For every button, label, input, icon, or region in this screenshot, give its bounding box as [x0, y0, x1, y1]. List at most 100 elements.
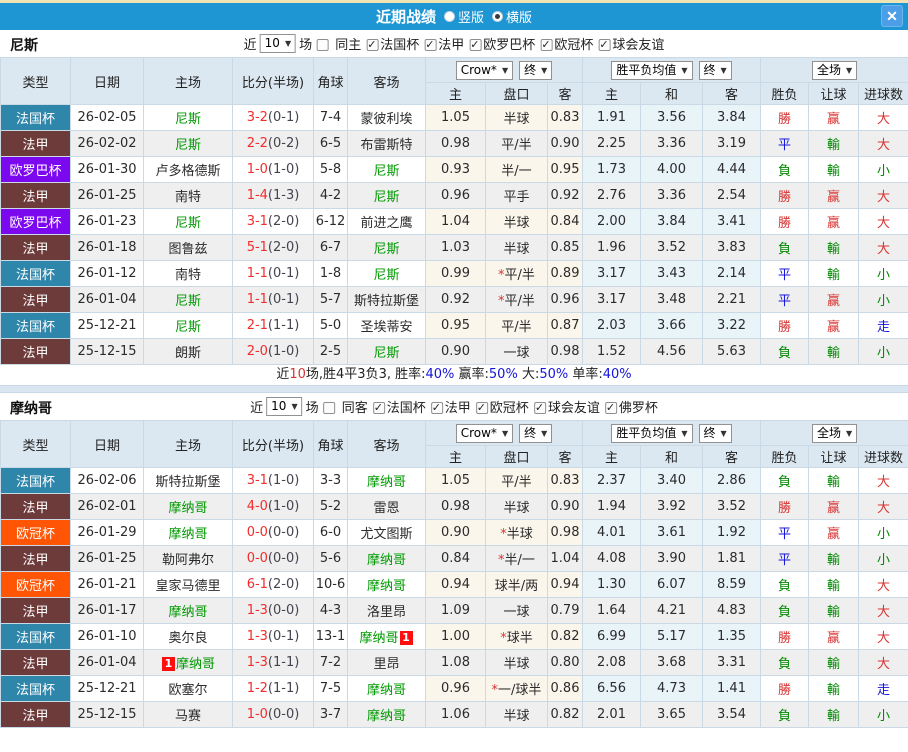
avg-home: 2.00 — [582, 208, 641, 235]
home-team: 卢多格德斯 — [143, 156, 233, 183]
away-team: 尼斯 — [347, 234, 426, 261]
same-venue-checkbox[interactable]: 同客 — [319, 397, 368, 416]
league-badge: 法甲 — [0, 286, 71, 313]
handicap-result-cell: 輸 — [808, 156, 860, 183]
corners: 6-7 — [313, 234, 348, 261]
handicap: 半球 — [485, 234, 548, 261]
checkbox-checked-icon — [533, 401, 546, 414]
team-name-text: 摩纳哥 — [366, 553, 406, 568]
odds-final-select[interactable]: 终 — [519, 60, 553, 80]
league-filter-法甲[interactable]: 法甲 — [419, 38, 464, 53]
away-team: 尼斯 — [347, 338, 426, 365]
home-team: 摩纳哥 — [143, 493, 233, 520]
league-badge: 法国杯 — [0, 312, 71, 339]
sub-header-avg-away: 客 — [701, 82, 762, 105]
league-filter-欧冠杯[interactable]: 欧冠杯 — [535, 38, 593, 53]
match-row: 法甲 26-02-01 摩纳哥 4-0(1-0) 5-2 雷恩 0.98 半球 0.90 1.94… — [0, 493, 908, 520]
league-badge: 法甲 — [0, 649, 71, 676]
odds-group-header: Crow*终 — [425, 57, 583, 83]
avg-away: 8.59 — [701, 571, 762, 598]
handicap: *球半 — [485, 623, 548, 650]
away-odds: 0.96 — [547, 286, 583, 313]
match-date: 26-01-04 — [70, 286, 144, 313]
score-cell: 1-1(0-1) — [232, 260, 314, 287]
team-name-text: 摩纳哥 — [366, 579, 406, 594]
team-name-text: 尼斯 — [174, 320, 201, 335]
bookmaker-select[interactable]: Crow* — [455, 423, 514, 443]
team-name-text: 朗斯 — [174, 346, 201, 361]
avg-away: 1.81 — [701, 545, 762, 572]
match-row: 法国杯 26-01-10 奥尔良 1-3(0-1) 13-1 摩纳哥 1 1.00 *球半 0.8… — [0, 623, 908, 650]
avg-home: 4.08 — [582, 545, 641, 572]
bookmaker-select[interactable]: Crow* — [455, 60, 514, 80]
horizontal-layout-radio[interactable]: 横版 — [484, 7, 532, 26]
league-filter-label: 佛罗杯 — [618, 400, 658, 416]
close-button[interactable]: ✕ — [881, 5, 903, 27]
avg-away: 3.52 — [701, 493, 762, 520]
result-cell: 負 — [760, 649, 810, 676]
handicap-result-cell: 輸 — [808, 467, 860, 494]
away-team: 洛里昂 — [347, 597, 426, 624]
vertical-layout-label: 竖版 — [457, 11, 484, 26]
handicap-result-cell: 赢 — [808, 493, 860, 520]
vertical-layout-radio[interactable]: 竖版 — [436, 7, 484, 26]
league-badge: 欧冠杯 — [0, 571, 71, 598]
away-team: 摩纳哥 — [347, 701, 426, 728]
col-header-home: 主场 — [143, 420, 233, 468]
avg-home: 2.37 — [582, 467, 641, 494]
league-filter-欧冠杯[interactable]: 欧冠杯 — [471, 401, 529, 416]
away-team: 蒙彼利埃 — [347, 104, 426, 131]
handicap: 平/半 — [485, 467, 548, 494]
away-team: 斯特拉斯堡 — [347, 286, 426, 313]
checkbox-checked-icon — [372, 401, 385, 414]
team-name-text: 尼斯 — [174, 294, 201, 309]
odds-final-select[interactable]: 终 — [519, 423, 553, 443]
unit-label: 场 — [299, 37, 313, 53]
league-filter-欧罗巴杯[interactable]: 欧罗巴杯 — [464, 38, 535, 53]
full-score: 1-3 — [246, 603, 268, 618]
league-filter-法国杯[interactable]: 法国杯 — [361, 38, 419, 53]
summary-segment: 40% — [425, 367, 455, 382]
league-filter-球会友谊[interactable]: 球会友谊 — [529, 401, 600, 416]
avg-home: 2.08 — [582, 649, 641, 676]
result-cell: 負 — [760, 571, 810, 598]
avg-away: 2.54 — [701, 182, 762, 209]
avg-away: 5.63 — [701, 338, 762, 365]
scope-select[interactable]: 全场 — [811, 423, 858, 443]
star-mark: * — [498, 268, 505, 283]
avg-select[interactable]: 胜平负均值 — [611, 423, 693, 443]
avg-final-select[interactable]: 终 — [698, 423, 732, 443]
avg-final-select[interactable]: 终 — [698, 60, 732, 80]
handicap: 一球 — [485, 597, 548, 624]
league-filter-球会友谊[interactable]: 球会友谊 — [593, 38, 664, 53]
score-cell: 4-0(1-0) — [232, 493, 314, 520]
same-venue-label: 同客 — [341, 400, 368, 416]
scope-select[interactable]: 全场 — [811, 60, 858, 80]
match-date: 26-01-29 — [70, 519, 144, 546]
avg-draw: 4.00 — [640, 156, 703, 183]
avg-away: 4.44 — [701, 156, 762, 183]
team-name-text: 尼斯 — [373, 242, 400, 257]
match-count-select[interactable]: 10 — [266, 396, 303, 416]
handicap: 半球 — [485, 493, 548, 520]
league-filter-佛罗杯[interactable]: 佛罗杯 — [600, 401, 658, 416]
scope-group-header: 全场 — [760, 57, 908, 83]
avg-away: 3.19 — [701, 130, 762, 157]
avg-away: 2.14 — [701, 260, 762, 287]
match-count-select[interactable]: 10 — [259, 33, 297, 53]
goals-result-cell: 大 — [858, 597, 908, 624]
half-score: (1-1) — [267, 318, 300, 333]
league-filter-法国杯[interactable]: 法国杯 — [368, 401, 426, 416]
col-header-corner: 角球 — [313, 57, 348, 105]
same-venue-checkbox[interactable]: 同主 — [312, 34, 361, 53]
away-odds: 0.98 — [547, 519, 583, 546]
home-team: 图鲁兹 — [143, 234, 233, 261]
section-divider — [0, 385, 908, 393]
away-odds: 0.82 — [547, 623, 583, 650]
avg-select[interactable]: 胜平负均值 — [611, 60, 693, 80]
league-filter-法甲[interactable]: 法甲 — [426, 401, 471, 416]
summary-segment: 50% — [488, 367, 518, 382]
team-name-text: 里昂 — [373, 657, 400, 672]
match-row: 法甲 26-01-25 勒阿弗尔 0-0(0-0) 5-6 摩纳哥 0.84 *半/一 1.04… — [0, 545, 908, 572]
col-header-away: 客场 — [347, 420, 426, 468]
